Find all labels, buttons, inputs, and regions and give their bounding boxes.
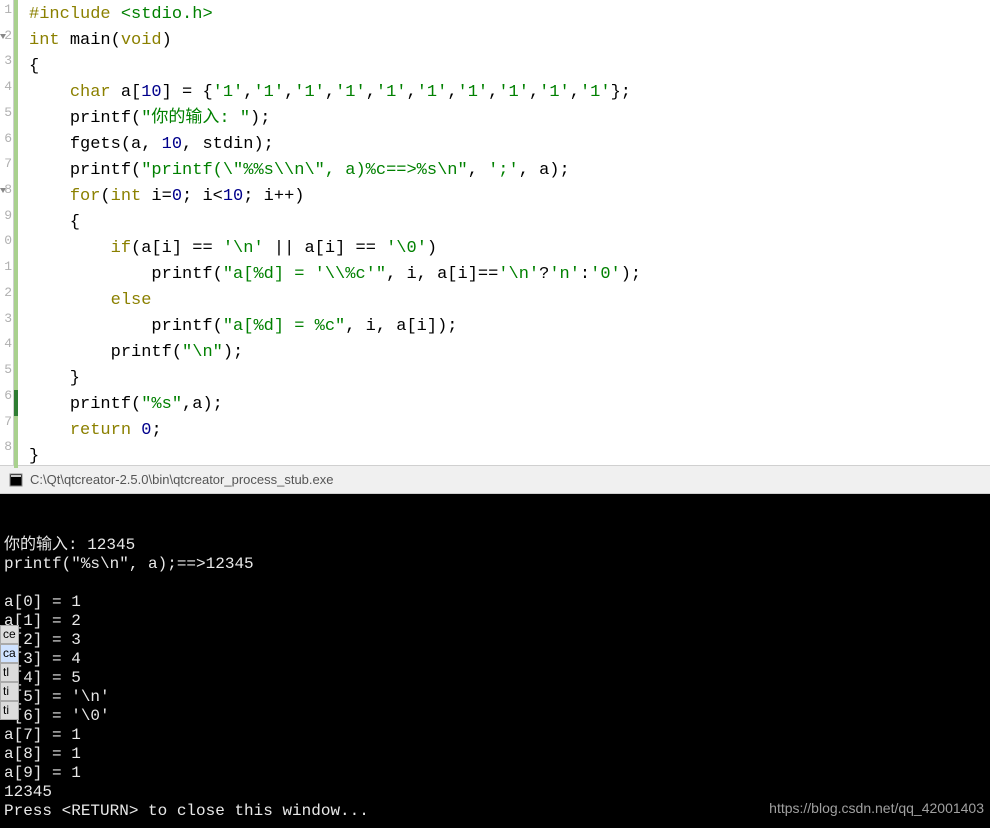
cropped-tab: ca <box>0 644 19 663</box>
line-number: 5 <box>0 105 13 131</box>
watermark-text: https://blog.csdn.net/qq_42001403 <box>769 799 984 818</box>
code-editor-pane: 123456789012345678 #include <stdio.h>int… <box>0 0 990 466</box>
line-number: 1 <box>0 259 13 285</box>
left-float-tabs: cecatltiti <box>0 625 19 720</box>
line-number: 6 <box>0 131 13 157</box>
console-line: a[8] = 1 <box>4 745 986 764</box>
cropped-tab: ti <box>0 701 19 720</box>
code-line[interactable]: printf("%s",a); <box>29 392 982 418</box>
code-line[interactable]: fgets(a, 10, stdin); <box>29 132 982 158</box>
code-line[interactable]: #include <stdio.h> <box>29 2 982 28</box>
console-line: 你的输入: 12345 <box>4 536 986 555</box>
code-line[interactable]: if(a[i] == '\n' || a[i] == '\0') <box>29 236 982 262</box>
code-line[interactable]: printf("\n"); <box>29 340 982 366</box>
console-line: a[5] = '\n' <box>4 688 986 707</box>
console-line: a[9] = 1 <box>4 764 986 783</box>
code-area[interactable]: #include <stdio.h>int main(void){ char a… <box>21 0 990 465</box>
code-line[interactable]: printf("a[%d] = '\\%c'", i, a[i]=='\n'?'… <box>29 262 982 288</box>
code-line[interactable]: return 0; <box>29 418 982 444</box>
console-line: a[1] = 2 <box>4 612 986 631</box>
console-title-text: C:\Qt\qtcreator-2.5.0\bin\qtcreator_proc… <box>30 472 334 487</box>
line-number: 4 <box>0 79 13 105</box>
code-line[interactable]: else <box>29 288 982 314</box>
line-number: 8 <box>0 182 13 208</box>
console-line: a[6] = '\0' <box>4 707 986 726</box>
console-line: a[0] = 1 <box>4 593 986 612</box>
console-title-bar[interactable]: C:\Qt\qtcreator-2.5.0\bin\qtcreator_proc… <box>0 466 990 494</box>
code-line[interactable]: printf("printf(\"%%s\\n\", a)%c==>%s\n",… <box>29 158 982 184</box>
line-number: 5 <box>0 362 13 388</box>
line-number: 2 <box>0 285 13 311</box>
console-line: printf("%s\n", a);==>12345 <box>4 555 986 574</box>
console-line: a[7] = 1 <box>4 726 986 745</box>
cropped-tab: tl <box>0 663 19 682</box>
cropped-tab: ce <box>0 625 19 644</box>
line-number: 7 <box>0 414 13 440</box>
console-line: a[3] = 4 <box>4 650 986 669</box>
line-number: 1 <box>0 2 13 28</box>
console-line: a[4] = 5 <box>4 669 986 688</box>
console-line <box>4 574 986 593</box>
code-line[interactable]: } <box>29 366 982 392</box>
line-number: 9 <box>0 208 13 234</box>
code-line[interactable]: { <box>29 54 982 80</box>
fold-gutter[interactable]: 123456789012345678 <box>0 0 14 465</box>
line-number: 8 <box>0 439 13 465</box>
line-number: 6 <box>0 388 13 414</box>
line-number: 3 <box>0 311 13 337</box>
console-line: a[2] = 3 <box>4 631 986 650</box>
cropped-tab: ti <box>0 682 19 701</box>
code-line[interactable]: { <box>29 210 982 236</box>
fold-arrow-icon[interactable] <box>0 34 6 39</box>
line-number: 3 <box>0 53 13 79</box>
code-line[interactable]: } <box>29 444 982 470</box>
line-number: 4 <box>0 336 13 362</box>
line-number: 7 <box>0 156 13 182</box>
app-icon <box>8 472 24 488</box>
code-line[interactable]: printf("你的输入: "); <box>29 106 982 132</box>
line-number: 0 <box>0 233 13 259</box>
code-line[interactable]: char a[10] = {'1','1','1','1','1','1','1… <box>29 80 982 106</box>
code-line[interactable]: printf("a[%d] = %c", i, a[i]); <box>29 314 982 340</box>
line-number: 2 <box>0 28 13 54</box>
code-line[interactable]: int main(void) <box>29 28 982 54</box>
console-output[interactable]: 你的输入: 12345printf("%s\n", a);==>12345 a[0… <box>0 494 990 828</box>
fold-arrow-icon[interactable] <box>0 188 6 193</box>
code-line[interactable]: for(int i=0; i<10; i++) <box>29 184 982 210</box>
